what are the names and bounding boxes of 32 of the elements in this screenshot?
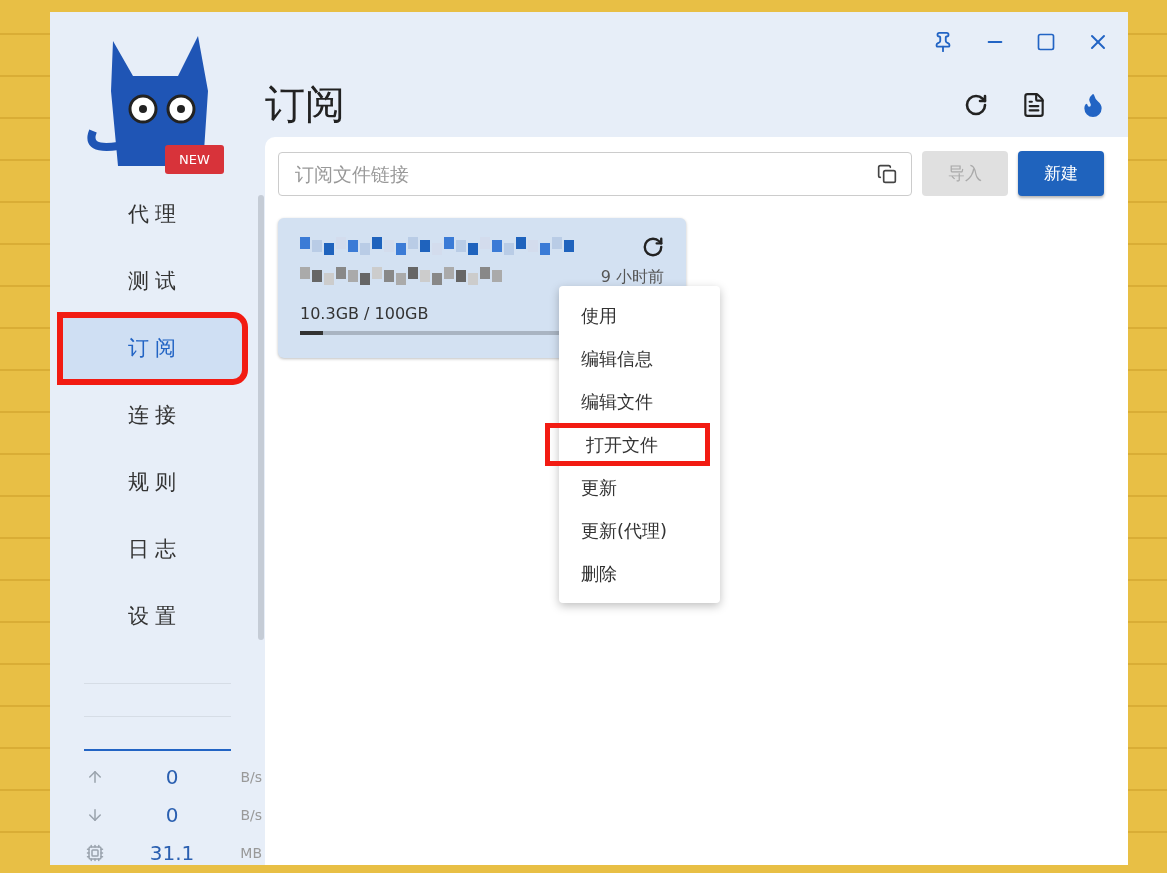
copy-icon[interactable]: [877, 163, 897, 184]
traffic-value: 0: [164, 803, 180, 827]
traffic-value: 0: [164, 765, 180, 789]
nav-item[interactable]: 订阅: [60, 314, 245, 382]
scrollbar[interactable]: [258, 195, 264, 640]
menu-item[interactable]: 编辑文件: [559, 380, 720, 423]
refresh-icon[interactable]: [964, 92, 988, 117]
url-bar[interactable]: 订阅文件链接: [278, 151, 912, 196]
menu-item[interactable]: 更新(代理): [559, 509, 720, 552]
refresh-icon[interactable]: [642, 236, 664, 258]
nav-item[interactable]: 日志: [60, 515, 245, 583]
toolbar-button[interactable]: 新建: [1018, 151, 1104, 196]
menu-item[interactable]: 更新: [559, 466, 720, 509]
traffic-value: 31.1: [148, 841, 196, 865]
down-arrow-icon: [86, 806, 104, 824]
nav-item[interactable]: 代理: [60, 180, 245, 248]
menu-item[interactable]: 删除: [559, 552, 720, 595]
menu-item[interactable]: 打开文件: [545, 423, 710, 466]
document-icon[interactable]: [1021, 91, 1047, 118]
traffic-unit: B/s: [239, 769, 262, 785]
traffic-unit: B/s: [239, 807, 262, 823]
nav-item[interactable]: 测试: [60, 247, 245, 315]
nav-item[interactable]: 设置: [60, 582, 245, 650]
updated-time: 9 小时前: [600, 266, 664, 288]
nav-item[interactable]: 规则: [60, 448, 245, 516]
page-title: 订阅: [265, 80, 345, 129]
maximize-icon[interactable]: [1036, 32, 1056, 52]
usage-text: 10.3GB / 100GB: [300, 304, 429, 323]
chip-icon: [86, 844, 104, 862]
nav-item[interactable]: 连接: [60, 381, 245, 449]
traffic-unit: MB: [239, 845, 262, 861]
new-badge: NEW: [165, 145, 224, 174]
